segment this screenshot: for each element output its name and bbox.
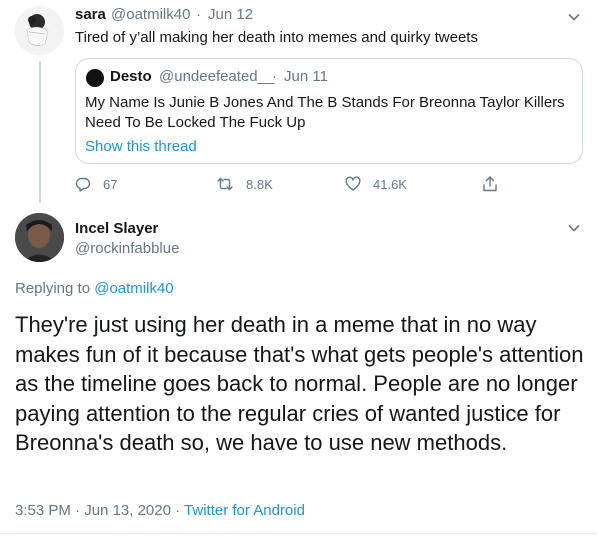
separator-dot: · bbox=[196, 6, 201, 23]
replying-to-line: Replying to @oatmilk40 bbox=[15, 280, 174, 297]
quoted-author-name[interactable]: Desto bbox=[110, 68, 152, 85]
avatar-image bbox=[15, 6, 64, 55]
reply-icon bbox=[75, 177, 91, 192]
avatar[interactable] bbox=[15, 213, 64, 262]
separator-dot: · bbox=[272, 68, 277, 85]
author-name[interactable]: sara bbox=[75, 6, 106, 23]
quoted-avatar[interactable] bbox=[86, 69, 104, 87]
like-icon bbox=[345, 176, 361, 191]
divider bbox=[0, 533, 597, 534]
replying-to-handle[interactable]: @oatmilk40 bbox=[94, 280, 173, 297]
reply-button[interactable]: 67 bbox=[75, 174, 117, 194]
show-thread-link[interactable]: Show this thread bbox=[85, 138, 197, 155]
avatar[interactable] bbox=[15, 6, 64, 55]
replying-to-prefix: Replying to bbox=[15, 280, 91, 297]
retweet-icon bbox=[217, 177, 233, 191]
separator-dot: · bbox=[175, 502, 181, 519]
like-count: 41.6K bbox=[373, 176, 407, 192]
tweet-date[interactable]: Jun 13, 2020 bbox=[84, 502, 171, 519]
author-handle[interactable]: @rockinfabblue bbox=[75, 240, 179, 257]
reply-count: 67 bbox=[103, 176, 118, 192]
author-handle[interactable]: @oatmilk40 bbox=[111, 6, 190, 23]
share-button[interactable] bbox=[482, 174, 510, 194]
avatar-image bbox=[15, 213, 64, 262]
tweet-date[interactable]: Jun 12 bbox=[208, 6, 253, 23]
like-button[interactable]: 41.6K bbox=[345, 174, 407, 194]
quoted-author-handle[interactable]: @undeefeated__ bbox=[159, 68, 274, 85]
quoted-text-line: My Name Is Junie B Jones And The B Stand… bbox=[85, 94, 565, 111]
thread-connector-line bbox=[39, 61, 41, 203]
separator-dot: · bbox=[75, 502, 81, 519]
share-icon bbox=[483, 176, 497, 192]
tweet-meta: 3:53 PM · Jun 13, 2020 · Twitter for And… bbox=[15, 502, 305, 519]
author-name[interactable]: Incel Slayer bbox=[75, 220, 158, 237]
chevron-down-icon[interactable] bbox=[567, 221, 581, 235]
chevron-down-icon[interactable] bbox=[567, 10, 581, 24]
retweet-button[interactable]: 8.8K bbox=[216, 174, 273, 194]
quoted-date[interactable]: Jun 11 bbox=[284, 68, 328, 85]
tweet-time[interactable]: 3:53 PM bbox=[15, 502, 71, 519]
tweet-source[interactable]: Twitter for Android bbox=[184, 502, 305, 519]
quoted-text-line: Need To Be Locked The Fuck Up bbox=[85, 114, 306, 131]
quoted-tweet-card[interactable]: Desto @undeefeated__ · Jun 11 My Name Is… bbox=[75, 58, 583, 164]
retweet-count: 8.8K bbox=[246, 176, 273, 192]
tweet-text: Tired of y’all making her death into mem… bbox=[75, 29, 478, 46]
tweet-text: They're just using her death in a meme t… bbox=[15, 312, 584, 455]
